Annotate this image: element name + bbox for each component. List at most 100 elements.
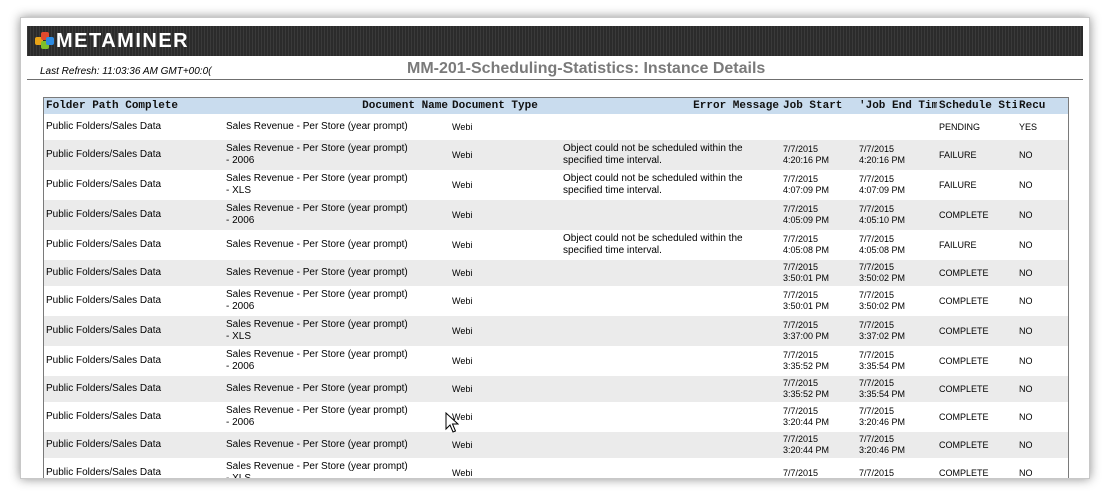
schedule-status-line: COMPLETE	[939, 440, 989, 450]
job-end-line-2: 3:20:46 PM	[859, 445, 906, 455]
document-type-line: Webi	[452, 122, 473, 132]
recurring-cell: NO	[1017, 346, 1068, 376]
schedule-status-line: COMPLETE	[939, 326, 989, 336]
job-end-cell: 7/7/2015 4:05:10 PM	[857, 200, 937, 230]
error-message-line-2: specified time interval.	[563, 185, 662, 196]
recurring-line: NO	[1019, 326, 1033, 336]
job-start-line-2: 4:05:08 PM	[783, 245, 830, 255]
error-message-line: Object could not be scheduled within the	[563, 233, 743, 244]
folder-path-line: Public Folders/Sales Data	[46, 295, 162, 306]
job-start-line: 7/7/2015	[783, 262, 819, 272]
folder-path-cell: Public Folders/Sales Data	[44, 432, 224, 458]
folder-path-cell: Public Folders/Sales Data	[44, 140, 224, 170]
schedule-status-cell: COMPLETE	[937, 432, 1017, 458]
schedule-status-cell: COMPLETE	[937, 316, 1017, 346]
folder-path-cell: Public Folders/Sales Data	[44, 230, 224, 260]
job-end-line: 7/7/2015	[859, 262, 895, 272]
col-header-job-start[interactable]: Job Start	[781, 98, 857, 114]
col-header-job-end[interactable]: 'Job End Tim	[857, 98, 937, 114]
document-type-cell: Webi	[450, 286, 561, 316]
folder-path-cell: Public Folders/Sales Data	[44, 260, 224, 286]
job-end-line-2: 3:35:54 PM	[859, 389, 906, 399]
recurring-line: NO	[1019, 468, 1033, 478]
col-header-error-message[interactable]: Error Message	[561, 98, 781, 114]
job-start-cell: 7/7/2015 4:05:08 PM	[781, 230, 857, 260]
document-name-cell: Sales Revenue - Per Store (year prompt) -…	[224, 170, 450, 200]
job-end-line-2: 4:05:10 PM	[859, 215, 906, 225]
schedule-status-line: FAILURE	[939, 240, 977, 250]
job-start-cell: 7/7/2015 3:37:00 PM	[781, 316, 857, 346]
document-name-line: Sales Revenue - Per Store (year prompt)	[226, 383, 408, 394]
schedule-status-line: COMPLETE	[939, 268, 989, 278]
job-end-cell: 7/7/2015 4:20:16 PM	[857, 140, 937, 170]
document-name-line-2: - XLS	[226, 473, 252, 479]
job-end-cell: 7/7/2015 3:35:54 PM	[857, 376, 937, 402]
job-end-line: 7/7/2015	[859, 434, 895, 444]
report-window: METAMINER Last Refresh: 11:03:36 AM GMT+…	[20, 17, 1090, 479]
job-start-line-2: 3:20:44 PM	[783, 417, 830, 427]
logo-cubes-icon	[35, 32, 54, 50]
folder-path-cell: Public Folders/Sales Data	[44, 170, 224, 200]
error-message-cell	[561, 316, 781, 346]
col-header-document-type[interactable]: Document Type	[450, 98, 561, 114]
job-start-line-2: 4:07:09 PM	[783, 185, 830, 195]
table-row: Public Folders/Sales Data Sales Revenue -…	[44, 402, 1068, 432]
table-row: Public Folders/Sales Data Sales Revenue -…	[44, 376, 1068, 402]
job-start-line-2: 3:20:44 PM	[783, 445, 830, 455]
document-name-line-2: - 2006	[226, 155, 255, 166]
recurring-cell: NO	[1017, 260, 1068, 286]
job-start-line: 7/7/2015	[783, 378, 819, 388]
job-end-line: 7/7/2015	[859, 204, 895, 214]
table-row: Public Folders/Sales Data Sales Revenue -…	[44, 286, 1068, 316]
job-end-line-2: 3:37:02 PM	[859, 331, 906, 341]
job-start-cell: 7/7/2015 3:50:01 PM	[781, 260, 857, 286]
job-start-line-2: 3:35:52 PM	[783, 361, 830, 371]
job-start-line-2: 3:37:00 PM	[783, 331, 830, 341]
col-header-recurring[interactable]: Recu	[1017, 98, 1068, 114]
document-name-line-2: - 2006	[226, 215, 255, 226]
document-name-line: Sales Revenue - Per Store (year prompt)	[226, 143, 408, 154]
col-header-schedule-status[interactable]: Schedule Stis	[937, 98, 1017, 114]
col-header-folder-path[interactable]: Folder Path Complete	[44, 98, 224, 114]
document-type-line: Webi	[452, 268, 473, 278]
job-end-line-2: 4:07:09 PM	[859, 185, 906, 195]
mouse-pointer-icon	[445, 412, 459, 433]
document-type-cell: Webi	[450, 346, 561, 376]
document-name-cell: Sales Revenue - Per Store (year prompt)	[224, 114, 450, 140]
job-start-cell: 7/7/2015	[781, 458, 857, 478]
job-start-line-2: 3:35:52 PM	[783, 389, 830, 399]
job-end-cell: 7/7/2015	[857, 458, 937, 478]
job-start-line-2: 3:50:01 PM	[783, 273, 830, 283]
document-name-cell: Sales Revenue - Per Store (year prompt) -…	[224, 346, 450, 376]
error-message-cell	[561, 432, 781, 458]
schedule-status-cell: PENDING	[937, 114, 1017, 140]
recurring-cell: NO	[1017, 200, 1068, 230]
job-end-cell: 7/7/2015 3:50:02 PM	[857, 286, 937, 316]
folder-path-cell: Public Folders/Sales Data	[44, 376, 224, 402]
schedule-status-line: COMPLETE	[939, 356, 989, 366]
schedule-status-line: PENDING	[939, 122, 981, 132]
document-name-line: Sales Revenue - Per Store (year prompt)	[226, 203, 408, 214]
document-type-cell: Webi	[450, 458, 561, 478]
folder-path-line: Public Folders/Sales Data	[46, 325, 162, 336]
document-type-cell: Webi	[450, 402, 561, 432]
recurring-cell: NO	[1017, 402, 1068, 432]
recurring-cell: YES	[1017, 114, 1068, 140]
recurring-line: NO	[1019, 210, 1033, 220]
col-header-document-name[interactable]: Document Name	[224, 98, 450, 114]
folder-path-line: Public Folders/Sales Data	[46, 179, 162, 190]
folder-path-cell: Public Folders/Sales Data	[44, 286, 224, 316]
table-row: Public Folders/Sales Data Sales Revenue -…	[44, 346, 1068, 376]
document-name-cell: Sales Revenue - Per Store (year prompt)	[224, 230, 450, 260]
document-name-line-2: - 2006	[226, 301, 255, 312]
job-end-line: 7/7/2015	[859, 320, 895, 330]
job-start-line: 7/7/2015	[783, 204, 819, 214]
document-name-line: Sales Revenue - Per Store (year prompt)	[226, 239, 408, 250]
document-name-line: Sales Revenue - Per Store (year prompt)	[226, 461, 408, 472]
folder-path-cell: Public Folders/Sales Data	[44, 346, 224, 376]
job-start-cell	[781, 114, 857, 140]
error-message-line: Object could not be scheduled within the	[563, 173, 743, 184]
recurring-line: NO	[1019, 384, 1033, 394]
job-end-line: 7/7/2015	[859, 174, 895, 184]
job-start-line: 7/7/2015	[783, 290, 819, 300]
